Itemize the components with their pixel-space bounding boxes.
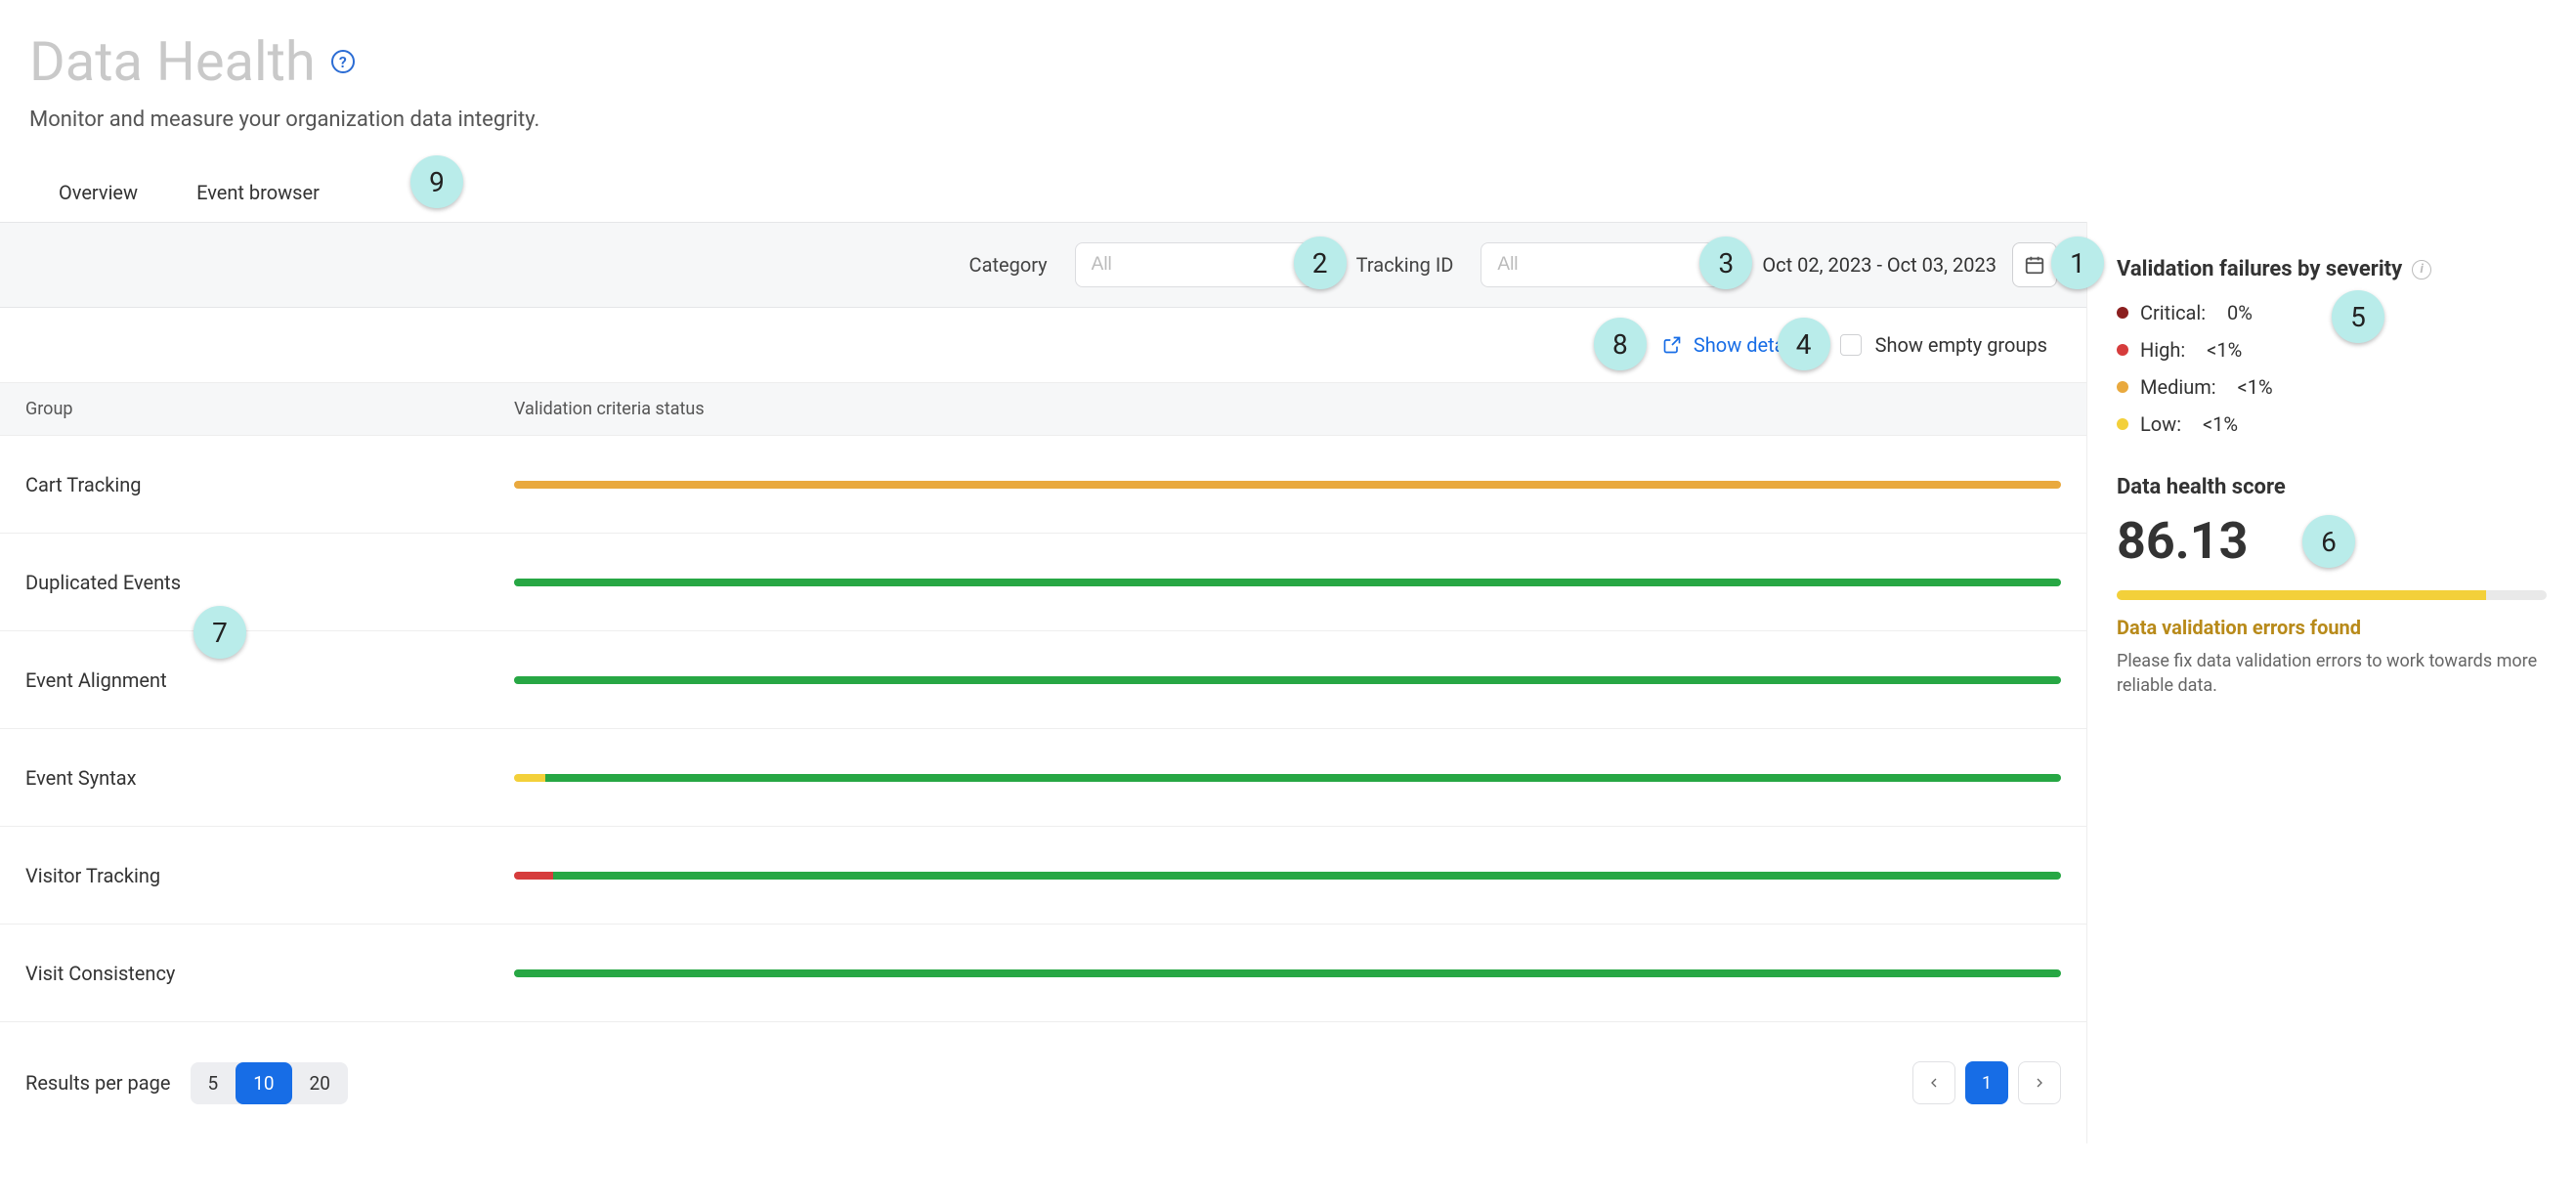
severity-dot: [2117, 418, 2128, 430]
rpp-option-5[interactable]: 5: [191, 1062, 236, 1104]
info-icon[interactable]: i: [2412, 260, 2431, 280]
severity-value: <1%: [2193, 412, 2238, 436]
severity-label: Medium:: [2140, 375, 2216, 399]
callout-bubble-1: 1: [2051, 236, 2104, 289]
status-segment: [514, 676, 2061, 684]
status-bar: [514, 676, 2061, 684]
external-link-icon: [1662, 335, 1682, 355]
score-msg-title: Data validation errors found: [2117, 616, 2547, 639]
status-segment: [545, 774, 2061, 782]
row-name: Cart Tracking: [25, 473, 514, 496]
callout-bubble-9: 9: [410, 155, 463, 208]
severity-label: Critical:: [2140, 301, 2206, 324]
chevron-left-icon: [1926, 1075, 1942, 1091]
pager-next-button[interactable]: [2018, 1061, 2061, 1104]
severity-label: Low:: [2140, 412, 2181, 436]
row-name: Event Syntax: [25, 766, 514, 790]
calendar-icon: [2024, 254, 2045, 276]
severity-value: <1%: [2197, 338, 2242, 362]
severity-dot: [2117, 307, 2128, 319]
severity-label: High:: [2140, 338, 2185, 362]
tab-overview[interactable]: Overview: [59, 181, 138, 204]
tracking-id-label: Tracking ID: [1356, 253, 1454, 277]
category-input[interactable]: [1075, 242, 1329, 287]
checkbox-box: [1840, 334, 1862, 356]
rpp-option-10[interactable]: 10: [236, 1062, 291, 1104]
status-bar: [514, 774, 2061, 782]
score-heading: Data health score: [2117, 475, 2547, 499]
date-range-text: Oct 02, 2023 - Oct 03, 2023: [1762, 253, 1996, 277]
pager-prev-button[interactable]: [1912, 1061, 1955, 1104]
table-row[interactable]: Event Syntax: [0, 729, 2086, 827]
score-bar-fill: [2117, 590, 2486, 600]
status-bar: [514, 481, 2061, 489]
rpp-group: 51020: [191, 1062, 348, 1104]
table-row[interactable]: Cart Tracking: [0, 436, 2086, 534]
page-title: Data Health: [29, 29, 316, 94]
column-header-status: Validation criteria status: [514, 399, 2061, 419]
chevron-right-icon: [2032, 1075, 2047, 1091]
status-bar: [514, 969, 2061, 977]
severity-dot: [2117, 344, 2128, 356]
status-segment: [514, 774, 545, 782]
row-name: Event Alignment: [25, 668, 514, 692]
rpp-option-20[interactable]: 20: [292, 1062, 348, 1104]
row-name: Visit Consistency: [25, 962, 514, 985]
callout-bubble-6: 6: [2302, 515, 2355, 568]
callout-bubble-4: 4: [1778, 318, 1830, 370]
tracking-id-input[interactable]: [1481, 242, 1735, 287]
severity-dot: [2117, 381, 2128, 393]
status-bar: [514, 872, 2061, 880]
table-row[interactable]: Event Alignment: [0, 631, 2086, 729]
table-row[interactable]: Visitor Tracking: [0, 827, 2086, 924]
severity-heading: Validation failures by severity: [2117, 257, 2402, 281]
status-segment: [514, 481, 2061, 489]
show-empty-groups-checkbox[interactable]: Show empty groups: [1840, 333, 2047, 357]
status-segment: [514, 969, 2061, 977]
score-msg-body: Please fix data validation errors to wor…: [2117, 649, 2547, 698]
status-segment: [514, 872, 553, 880]
pager-page-1[interactable]: 1: [1965, 1061, 2008, 1104]
help-icon[interactable]: ?: [331, 50, 355, 73]
tab-event-browser[interactable]: Event browser: [196, 181, 320, 204]
severity-item: Low: <1%: [2117, 412, 2547, 436]
status-segment: [553, 872, 2061, 880]
row-name: Duplicated Events: [25, 571, 514, 594]
callout-bubble-2: 2: [1294, 236, 1347, 289]
row-name: Visitor Tracking: [25, 864, 514, 887]
table-body: Cart Tracking Duplicated Events Event Alig…: [0, 436, 2086, 1022]
status-segment: [514, 579, 2061, 586]
status-bar: [514, 579, 2061, 586]
table-row[interactable]: Visit Consistency: [0, 924, 2086, 1022]
rpp-label: Results per page: [25, 1071, 171, 1095]
show-empty-groups-label: Show empty groups: [1875, 333, 2047, 357]
table-row[interactable]: Duplicated Events: [0, 534, 2086, 631]
callout-bubble-7: 7: [193, 606, 246, 659]
severity-value: <1%: [2228, 375, 2273, 399]
severity-value: 0%: [2217, 301, 2253, 324]
page-subtitle: Monitor and measure your organization da…: [29, 108, 2547, 132]
score-bar: [2117, 590, 2547, 600]
severity-item: High: <1%: [2117, 338, 2547, 362]
column-header-group: Group: [25, 399, 514, 419]
severity-item: Medium: <1%: [2117, 375, 2547, 399]
callout-bubble-8: 8: [1594, 318, 1647, 370]
callout-bubble-3: 3: [1699, 236, 1752, 289]
category-label: Category: [969, 253, 1048, 277]
callout-bubble-5: 5: [2332, 290, 2384, 343]
